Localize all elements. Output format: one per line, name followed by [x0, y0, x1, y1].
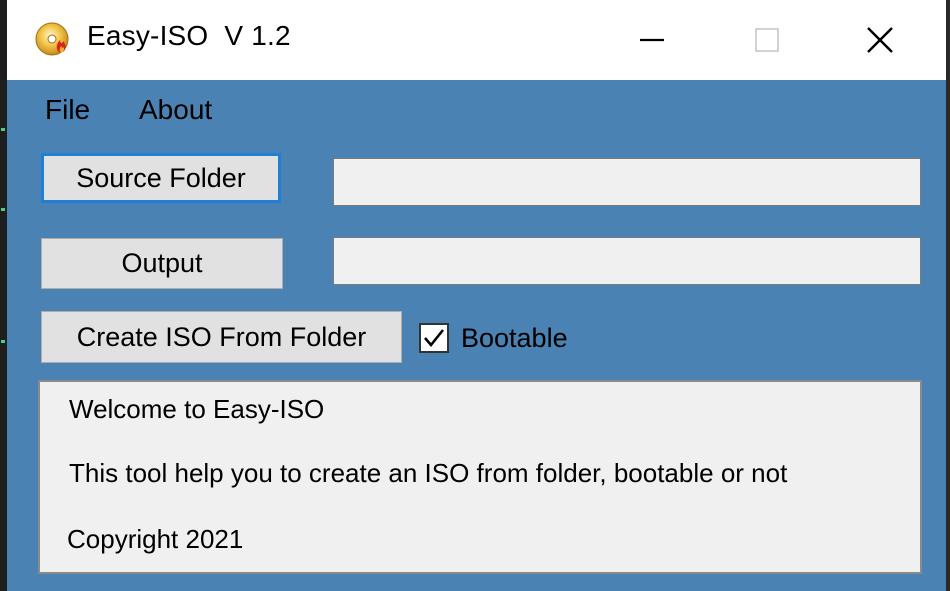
source-folder-field[interactable] [333, 158, 921, 206]
close-icon [867, 27, 893, 53]
minimize-button[interactable] [597, 0, 707, 80]
source-folder-button[interactable]: Source Folder [41, 153, 281, 203]
output-button-label: Output [121, 248, 203, 278]
menu-file[interactable]: File [45, 94, 90, 126]
checkmark-icon [424, 329, 445, 348]
window-right-edge [946, 0, 950, 591]
window-title: Easy-ISO V 1.2 [87, 20, 291, 51]
bootable-checkbox[interactable] [419, 323, 449, 353]
maximize-icon [755, 28, 779, 52]
maximize-button[interactable] [712, 0, 822, 80]
app-window: Easy-ISO V 1.2 File About Source Folder [0, 0, 950, 591]
disc-flame-icon [35, 22, 69, 56]
menu-about[interactable]: About [139, 94, 212, 126]
info-textbox[interactable]: Welcome to Easy-ISO This tool help you t… [38, 380, 922, 574]
create-iso-button[interactable]: Create ISO From Folder [41, 311, 402, 363]
edge-marker [1, 340, 5, 343]
output-button[interactable]: Output [41, 238, 283, 289]
info-line-copyright: Copyright 2021 [67, 524, 244, 554]
bootable-label: Bootable [461, 322, 568, 353]
info-line-welcome: Welcome to Easy-ISO [69, 394, 325, 424]
bootable-option[interactable]: Bootable [419, 320, 568, 356]
output-field[interactable] [333, 237, 921, 285]
background-window-edge [0, 0, 7, 591]
edge-marker [1, 208, 5, 211]
create-iso-button-label: Create ISO From Folder [76, 321, 367, 352]
menu-bar: File About [7, 80, 946, 142]
minimize-icon [640, 38, 664, 42]
client-area: File About Source Folder Output Create I… [7, 80, 946, 591]
source-folder-button-label: Source Folder [76, 162, 246, 193]
info-line-description: This tool help you to create an ISO from… [69, 458, 788, 488]
title-bar[interactable]: Easy-ISO V 1.2 [7, 0, 946, 80]
close-button[interactable] [825, 0, 935, 80]
edge-marker [1, 128, 5, 131]
